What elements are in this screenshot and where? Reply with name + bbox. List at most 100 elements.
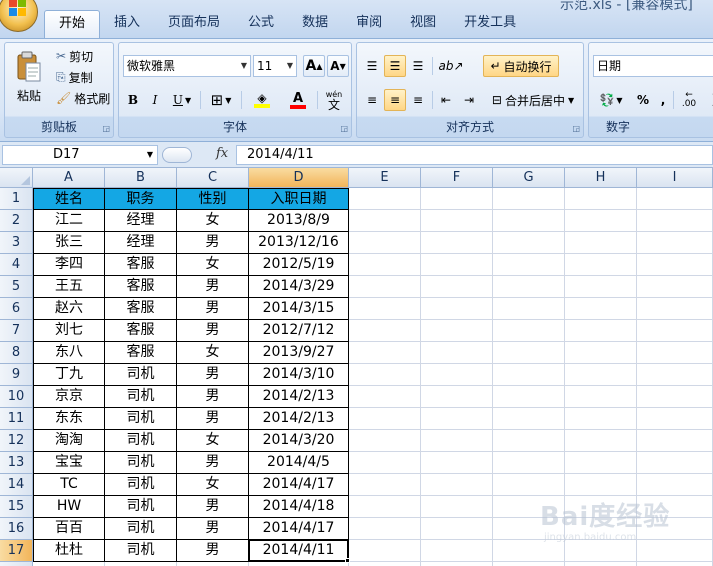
column-header-a[interactable]: A: [33, 168, 105, 188]
table-cell[interactable]: 经理: [105, 210, 177, 232]
empty-cell[interactable]: [421, 562, 493, 566]
row-header[interactable]: 17: [0, 540, 33, 562]
header-cell[interactable]: 职务: [105, 188, 177, 210]
fill-color-button[interactable]: ◈: [245, 89, 279, 111]
empty-cell[interactable]: [493, 254, 565, 276]
empty-cell[interactable]: [637, 254, 713, 276]
empty-cell[interactable]: [177, 562, 249, 566]
column-header-g[interactable]: G: [493, 168, 565, 188]
table-cell[interactable]: 2014/3/10: [249, 364, 349, 386]
empty-cell[interactable]: [421, 188, 493, 210]
empty-cell[interactable]: [637, 430, 713, 452]
bold-button[interactable]: B: [123, 89, 143, 111]
row-header[interactable]: 14: [0, 474, 33, 496]
empty-cell[interactable]: [565, 210, 637, 232]
table-cell[interactable]: 张三: [33, 232, 105, 254]
row-header[interactable]: 6: [0, 298, 33, 320]
row-header[interactable]: 10: [0, 386, 33, 408]
table-cell[interactable]: 男: [177, 540, 249, 562]
column-header-i[interactable]: I: [637, 168, 713, 188]
header-cell[interactable]: 入职日期: [249, 188, 349, 210]
empty-cell[interactable]: [493, 210, 565, 232]
empty-cell[interactable]: [637, 452, 713, 474]
empty-cell[interactable]: [349, 474, 421, 496]
paste-button[interactable]: 粘贴: [7, 45, 51, 109]
row-header[interactable]: 1: [0, 188, 33, 210]
shrink-font-button[interactable]: A ▼: [327, 55, 349, 77]
empty-cell[interactable]: [421, 320, 493, 342]
empty-cell[interactable]: [565, 452, 637, 474]
table-cell[interactable]: 女: [177, 210, 249, 232]
table-cell[interactable]: 2013/9/27: [249, 342, 349, 364]
table-cell[interactable]: 经理: [105, 232, 177, 254]
row-header[interactable]: 13: [0, 452, 33, 474]
table-cell[interactable]: TC: [33, 474, 105, 496]
table-cell[interactable]: 宝宝: [33, 452, 105, 474]
table-cell[interactable]: 杜杜: [33, 540, 105, 562]
tab-insert[interactable]: 插入: [100, 10, 154, 38]
underline-button[interactable]: U ▼: [167, 89, 197, 111]
empty-cell[interactable]: [349, 496, 421, 518]
table-cell[interactable]: 江二: [33, 210, 105, 232]
empty-cell[interactable]: [565, 188, 637, 210]
table-cell[interactable]: 司机: [105, 540, 177, 562]
empty-cell[interactable]: [565, 408, 637, 430]
empty-cell[interactable]: [565, 276, 637, 298]
table-cell[interactable]: 司机: [105, 474, 177, 496]
row-header[interactable]: 7: [0, 320, 33, 342]
empty-cell[interactable]: [349, 254, 421, 276]
tab-data[interactable]: 数据: [288, 10, 342, 38]
fill-handle[interactable]: [345, 558, 350, 563]
format-painter-button[interactable]: 🖌 格式刷: [53, 88, 113, 108]
empty-cell[interactable]: [349, 188, 421, 210]
align-right-button[interactable]: ≡: [407, 89, 429, 111]
empty-cell[interactable]: [637, 364, 713, 386]
empty-cell[interactable]: [349, 518, 421, 540]
empty-cell[interactable]: [421, 298, 493, 320]
empty-cell[interactable]: [565, 562, 637, 566]
empty-cell[interactable]: [565, 364, 637, 386]
table-cell[interactable]: 司机: [105, 364, 177, 386]
table-cell[interactable]: 男: [177, 408, 249, 430]
table-cell[interactable]: 2014/4/17: [249, 518, 349, 540]
empty-cell[interactable]: [565, 232, 637, 254]
empty-cell[interactable]: [637, 408, 713, 430]
empty-cell[interactable]: [349, 364, 421, 386]
decrease-decimal-button[interactable]: →.0: [703, 89, 713, 111]
empty-cell[interactable]: [565, 474, 637, 496]
table-cell[interactable]: 东东: [33, 408, 105, 430]
formula-input[interactable]: 2014/4/11: [236, 145, 713, 165]
percent-button[interactable]: %: [633, 89, 653, 111]
dialog-launcher-icon[interactable]: ◲: [102, 124, 110, 133]
column-header-c[interactable]: C: [177, 168, 249, 188]
table-cell[interactable]: 司机: [105, 408, 177, 430]
row-header[interactable]: 11: [0, 408, 33, 430]
empty-cell[interactable]: [421, 254, 493, 276]
empty-cell[interactable]: [421, 364, 493, 386]
table-cell[interactable]: 男: [177, 452, 249, 474]
empty-cell[interactable]: [565, 320, 637, 342]
empty-cell[interactable]: [349, 408, 421, 430]
align-top-button[interactable]: ☰: [361, 55, 383, 77]
table-cell[interactable]: 2013/8/9: [249, 210, 349, 232]
table-cell[interactable]: 男: [177, 386, 249, 408]
column-header-e[interactable]: E: [349, 168, 421, 188]
empty-cell[interactable]: [421, 342, 493, 364]
empty-cell[interactable]: [637, 320, 713, 342]
empty-cell[interactable]: [493, 430, 565, 452]
table-cell[interactable]: 刘七: [33, 320, 105, 342]
table-cell[interactable]: 2012/5/19: [249, 254, 349, 276]
align-middle-button[interactable]: ☰: [384, 55, 406, 77]
empty-cell[interactable]: [421, 408, 493, 430]
empty-cell[interactable]: [421, 232, 493, 254]
table-cell[interactable]: 百百: [33, 518, 105, 540]
header-cell[interactable]: 姓名: [33, 188, 105, 210]
table-cell[interactable]: 2013/12/16: [249, 232, 349, 254]
empty-cell[interactable]: [349, 276, 421, 298]
empty-cell[interactable]: [493, 364, 565, 386]
empty-cell[interactable]: [493, 452, 565, 474]
dialog-launcher-icon[interactable]: ◲: [340, 124, 348, 133]
empty-cell[interactable]: [493, 408, 565, 430]
empty-cell[interactable]: [493, 386, 565, 408]
table-cell[interactable]: 2014/4/5: [249, 452, 349, 474]
